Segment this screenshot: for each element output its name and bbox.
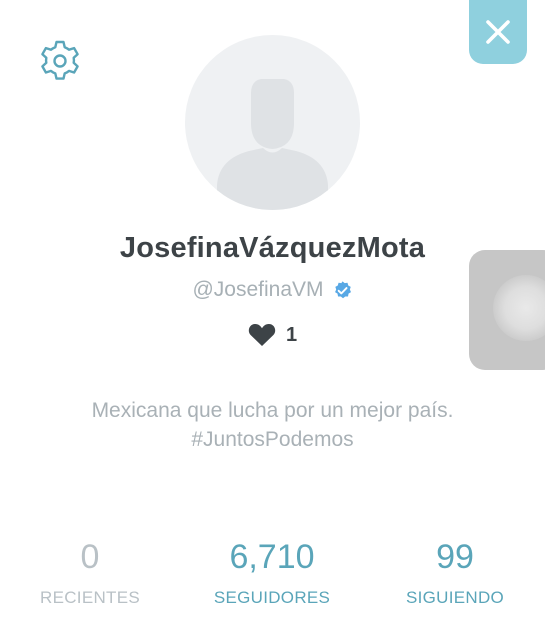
stat-recientes[interactable]: 0 RECIENTES xyxy=(5,536,175,608)
stat-siguiendo-value: 99 xyxy=(436,538,474,576)
avatar xyxy=(185,35,360,210)
likes-row[interactable]: 1 xyxy=(0,323,545,347)
stat-siguiendo[interactable]: 99 SIGUIENDO xyxy=(370,536,540,608)
assistive-touch-knob xyxy=(493,275,545,341)
gear-icon xyxy=(41,40,79,80)
stat-seguidores[interactable]: 6,710 SEGUIDORES xyxy=(187,536,357,608)
handle-row: @JosefinaVM xyxy=(0,278,545,302)
verified-badge-icon xyxy=(334,280,351,298)
default-avatar-silhouette-icon xyxy=(217,79,328,210)
settings-button[interactable] xyxy=(37,38,83,84)
user-handle: @JosefinaVM xyxy=(192,278,324,301)
stat-recientes-value: 0 xyxy=(80,538,100,576)
stat-recientes-label: RECIENTES xyxy=(40,588,140,607)
bio: Mexicana que lucha por un mejor país. #J… xyxy=(91,399,454,451)
stat-seguidores-value: 6,710 xyxy=(229,538,315,576)
close-icon xyxy=(486,20,510,44)
heart-icon xyxy=(248,324,276,346)
close-button[interactable] xyxy=(469,0,527,64)
likes-count: 1 xyxy=(285,323,298,346)
display-name: JosefinaVázquezMota xyxy=(119,232,426,264)
assistive-touch-button[interactable] xyxy=(469,250,545,370)
stat-seguidores-label: SEGUIDORES xyxy=(213,588,331,607)
stat-siguiendo-label: SIGUIENDO xyxy=(405,588,505,607)
